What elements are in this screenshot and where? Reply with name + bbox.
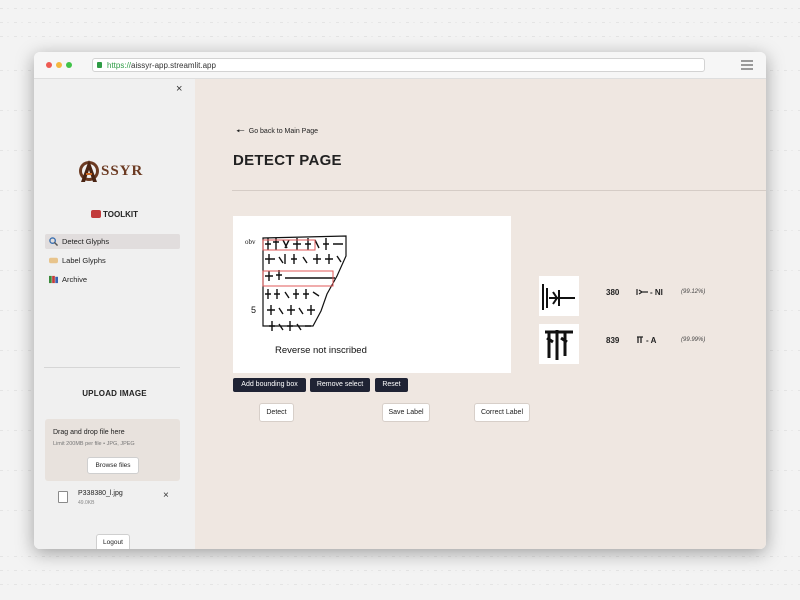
address-bar[interactable]: https://aissyr-app.streamlit.app	[92, 58, 705, 72]
add-bounding-box-button[interactable]: Add bounding box	[233, 378, 306, 392]
result-number: 839	[606, 336, 620, 345]
arrow-left-icon: 🠔	[236, 126, 245, 137]
minimize-window-button[interactable]	[56, 62, 62, 68]
toolbox-icon	[91, 210, 102, 218]
aissyr-logo: SSYR	[78, 158, 148, 186]
main-content: 🠔Go back to Main Page DETECT PAGE obv 5	[195, 79, 766, 549]
nav-label-glyphs[interactable]: Label Glyphs	[45, 253, 180, 268]
close-window-button[interactable]	[46, 62, 52, 68]
file-size: 49.0KB	[78, 500, 95, 506]
file-icon	[58, 491, 68, 503]
nav-label: Detect Glyphs	[62, 237, 110, 246]
cuneiform-ni-icon	[636, 289, 648, 295]
result-sign-label: - A	[646, 336, 657, 345]
title-divider	[232, 190, 766, 191]
url-protocol: https://	[107, 61, 132, 70]
correct-label-button[interactable]: Correct Label	[474, 403, 530, 422]
file-name: P338380_l.jpg	[78, 490, 123, 497]
glyph-ni-thumb	[542, 284, 575, 310]
tablet-line-number: 5	[251, 305, 256, 315]
sidebar-divider	[44, 367, 180, 368]
magnifier-icon	[49, 237, 58, 246]
detect-button[interactable]: Detect	[259, 403, 294, 422]
glyph-thumbnail	[539, 276, 579, 316]
file-dropzone[interactable]: Drag and drop file here Limit 200MB per …	[45, 419, 180, 481]
toolkit-heading: TOOLKIT	[34, 210, 195, 219]
detection-result: 380 - NI (99.12%)	[539, 276, 739, 316]
dropzone-limit: Limit 200MB per file • JPG, JPEG	[53, 441, 135, 447]
nav-label: Label Glyphs	[62, 256, 106, 265]
nav-label: Archive	[62, 275, 88, 284]
reset-button[interactable]: Reset	[375, 378, 408, 392]
browse-files-button[interactable]: Browse files	[87, 457, 139, 474]
result-sign-label: - NI	[650, 288, 663, 297]
lock-icon	[97, 62, 102, 68]
logo-mark-icon	[79, 160, 99, 182]
tag-icon	[49, 257, 58, 264]
back-label: Go back to Main Page	[248, 128, 319, 135]
glyph-thumbnail	[539, 324, 579, 364]
toolkit-title: TOOLKIT	[103, 210, 138, 219]
detection-result: 839 - A (99.99%)	[539, 324, 739, 364]
uploaded-file: P338380_l.jpg 49.0KB ×	[54, 489, 179, 511]
hamburger-menu-icon[interactable]	[741, 60, 753, 70]
page-title: DETECT PAGE	[233, 152, 342, 169]
result-confidence: (99.99%)	[681, 337, 706, 343]
result-sign: - A	[636, 336, 656, 345]
tablet-drawing: obv 5 Reverse not inscribed	[245, 235, 367, 356]
back-to-main-link[interactable]: 🠔 Go back to Main Page	[236, 124, 318, 141]
browser-titlebar: https://aissyr-app.streamlit.app	[34, 52, 766, 79]
remove-file-icon[interactable]: ×	[163, 490, 169, 501]
maximize-window-button[interactable]	[66, 62, 72, 68]
sidebar: × SSYR TOOLKIT Detect Glyphs Label Glyph…	[34, 79, 195, 549]
result-sign: - NI	[636, 288, 663, 297]
result-number: 380	[606, 288, 620, 297]
tablet-obv-label: obv	[245, 238, 256, 246]
tablet-image-canvas[interactable]: obv 5 Reverse not inscribed	[233, 216, 511, 373]
dropzone-text: Drag and drop file here	[53, 429, 125, 436]
books-icon	[49, 275, 58, 284]
remove-select-button[interactable]: Remove select	[310, 378, 370, 392]
nav-archive[interactable]: Archive	[45, 272, 180, 287]
logout-button[interactable]: Logout	[96, 534, 130, 549]
tablet-caption: Reverse not inscribed	[275, 345, 367, 356]
url-host: aissyr-app.streamlit.app	[131, 61, 216, 70]
upload-image-heading: UPLOAD IMAGE	[82, 389, 147, 398]
close-sidebar-icon[interactable]: ×	[176, 83, 182, 95]
cuneiform-a-icon	[637, 336, 643, 343]
browser-window: https://aissyr-app.streamlit.app × SSYR …	[34, 52, 766, 549]
glyph-a-thumb	[545, 330, 573, 360]
result-confidence: (99.12%)	[681, 289, 706, 295]
nav-detect-glyphs[interactable]: Detect Glyphs	[45, 234, 180, 249]
save-label-button[interactable]: Save Label	[382, 403, 430, 422]
logo-text: SSYR	[101, 163, 144, 179]
